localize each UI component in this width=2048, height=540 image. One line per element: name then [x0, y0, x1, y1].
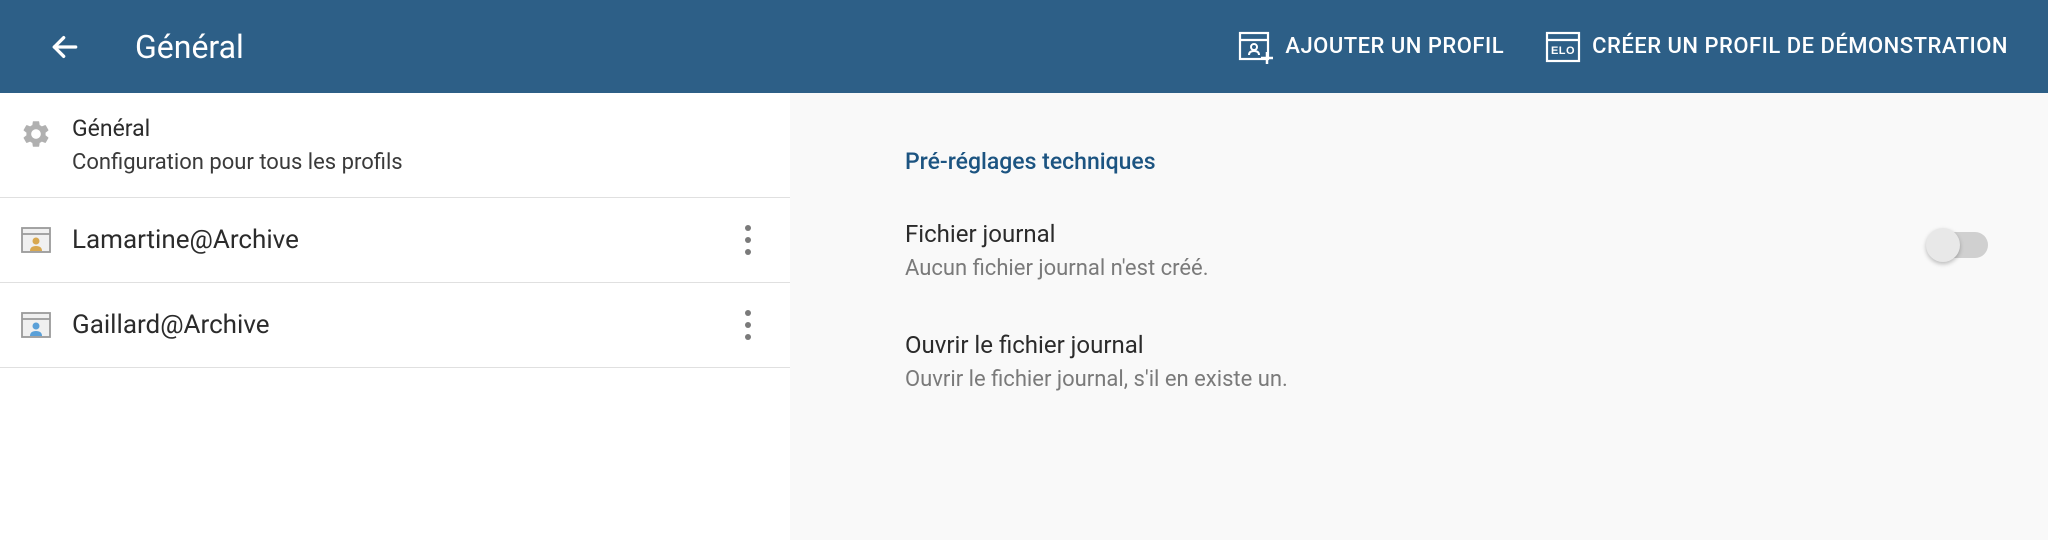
log-file-setting[interactable]: Fichier journal Aucun fichier journal n'…: [905, 220, 1988, 281]
open-log-file-setting[interactable]: Ouvrir le fichier journal Ouvrir le fich…: [905, 331, 1988, 392]
setting-title: Ouvrir le fichier journal: [905, 331, 1288, 359]
profile-icon: [20, 224, 52, 256]
setting-text: Fichier journal Aucun fichier journal n'…: [905, 220, 1209, 281]
add-profile-label: AJOUTER UN PROFIL: [1285, 34, 1504, 59]
page-title: Général: [135, 28, 1237, 66]
profiles-panel: Général Configuration pour tous les prof…: [0, 93, 790, 540]
setting-subtitle: Aucun fichier journal n'est créé.: [905, 256, 1209, 281]
create-demo-profile-label: CRÉER UN PROFIL DE DÉMONSTRATION: [1592, 34, 2008, 59]
general-text-block: Général Configuration pour tous les prof…: [72, 115, 403, 175]
general-title: Général: [72, 115, 403, 142]
svg-text:ELO: ELO: [1551, 45, 1575, 57]
back-button[interactable]: [45, 27, 85, 67]
toggle-knob: [1926, 228, 1960, 262]
profile-item[interactable]: Gaillard@Archive: [0, 283, 790, 368]
setting-subtitle: Ouvrir le fichier journal, s'il en exist…: [905, 367, 1288, 392]
general-subtitle: Configuration pour tous les profils: [72, 150, 403, 175]
add-profile-button[interactable]: AJOUTER UN PROFIL: [1237, 28, 1504, 66]
settings-panel: Pré-réglages techniques Fichier journal …: [790, 93, 2048, 540]
log-file-toggle[interactable]: [1928, 232, 1988, 258]
arrow-left-icon: [49, 31, 81, 63]
setting-text: Ouvrir le fichier journal Ouvrir le fich…: [905, 331, 1288, 392]
app-header: Général AJOUTER UN PROFIL ELO: [0, 0, 2048, 93]
section-heading: Pré-réglages techniques: [905, 148, 1988, 175]
header-actions: AJOUTER UN PROFIL ELO CRÉER UN PROFIL DE…: [1237, 28, 2008, 66]
more-options-button[interactable]: [736, 305, 760, 345]
profile-name: Gaillard@Archive: [72, 310, 736, 340]
profile-item[interactable]: Lamartine@Archive: [0, 198, 790, 283]
general-settings-item[interactable]: Général Configuration pour tous les prof…: [0, 93, 790, 198]
gear-icon: [20, 118, 52, 150]
elo-profile-icon: ELO: [1544, 28, 1582, 66]
profile-name: Lamartine@Archive: [72, 225, 736, 255]
create-demo-profile-button[interactable]: ELO CRÉER UN PROFIL DE DÉMONSTRATION: [1544, 28, 2008, 66]
add-profile-icon: [1237, 28, 1275, 66]
profile-icon: [20, 309, 52, 341]
main-content: Général Configuration pour tous les prof…: [0, 93, 2048, 540]
setting-title: Fichier journal: [905, 220, 1209, 248]
more-options-button[interactable]: [736, 220, 760, 260]
